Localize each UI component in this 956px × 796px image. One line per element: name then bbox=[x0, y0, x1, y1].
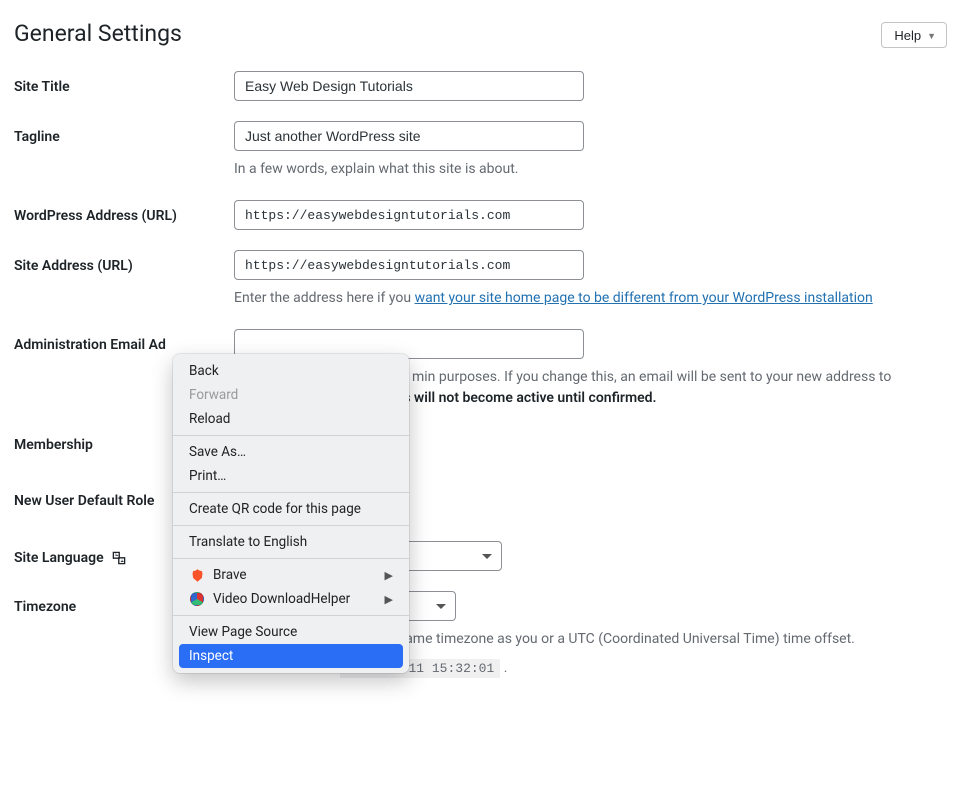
ctx-vdh[interactable]: Video DownloadHelper ▶ bbox=[173, 587, 409, 611]
row-membership: Membership bbox=[14, 429, 942, 453]
context-menu: Back Forward Reload Save As… Print… Crea… bbox=[173, 354, 409, 673]
row-site-url: Site Address (URL) Enter the address her… bbox=[14, 250, 942, 309]
chevron-right-icon: ▶ bbox=[385, 569, 393, 582]
wp-url-label: WordPress Address (URL) bbox=[14, 200, 234, 224]
ctx-forward: Forward bbox=[173, 383, 409, 407]
row-tagline: Tagline In a few words, explain what thi… bbox=[14, 121, 942, 180]
row-wp-url: WordPress Address (URL) bbox=[14, 200, 942, 230]
ctx-save-as[interactable]: Save As… bbox=[173, 440, 409, 464]
help-button[interactable]: Help ▼ bbox=[881, 22, 947, 48]
site-url-help-link[interactable]: want your site home page to be different… bbox=[415, 290, 873, 306]
ctx-back[interactable]: Back bbox=[173, 359, 409, 383]
tagline-input[interactable] bbox=[234, 121, 584, 151]
row-timezone: Timezone UTC+0 Choose either a city in t… bbox=[14, 591, 942, 679]
brave-icon bbox=[189, 567, 205, 583]
row-admin-email: Administration Email Ad min purposes. If… bbox=[14, 329, 942, 409]
tagline-label: Tagline bbox=[14, 121, 234, 145]
page-title: General Settings bbox=[14, 20, 942, 47]
ctx-qr[interactable]: Create QR code for this page bbox=[173, 497, 409, 521]
help-label: Help bbox=[894, 28, 921, 43]
admin-email-label: Administration Email Ad bbox=[14, 329, 234, 353]
row-site-title: Site Title bbox=[14, 71, 942, 101]
site-url-input[interactable] bbox=[234, 250, 584, 280]
ctx-print[interactable]: Print… bbox=[173, 464, 409, 488]
ctx-inspect[interactable]: Inspect bbox=[179, 644, 403, 668]
ctx-translate[interactable]: Translate to English bbox=[173, 530, 409, 554]
translate-icon bbox=[110, 549, 128, 567]
site-url-description: Enter the address here if you want your … bbox=[234, 288, 942, 309]
row-default-role: New User Default Role bbox=[14, 485, 942, 509]
ctx-brave[interactable]: Brave ▶ bbox=[173, 563, 409, 587]
row-site-language: Site Language bbox=[14, 541, 942, 571]
wp-url-input[interactable] bbox=[234, 200, 584, 230]
vdh-icon bbox=[189, 591, 205, 607]
ctx-reload[interactable]: Reload bbox=[173, 407, 409, 431]
site-title-input[interactable] bbox=[234, 71, 584, 101]
tagline-description: In a few words, explain what this site i… bbox=[234, 159, 942, 180]
site-title-label: Site Title bbox=[14, 71, 234, 95]
chevron-right-icon: ▶ bbox=[385, 593, 393, 606]
chevron-down-icon: ▼ bbox=[927, 31, 936, 41]
ctx-view-source[interactable]: View Page Source bbox=[173, 620, 409, 644]
site-url-label: Site Address (URL) bbox=[14, 250, 234, 274]
